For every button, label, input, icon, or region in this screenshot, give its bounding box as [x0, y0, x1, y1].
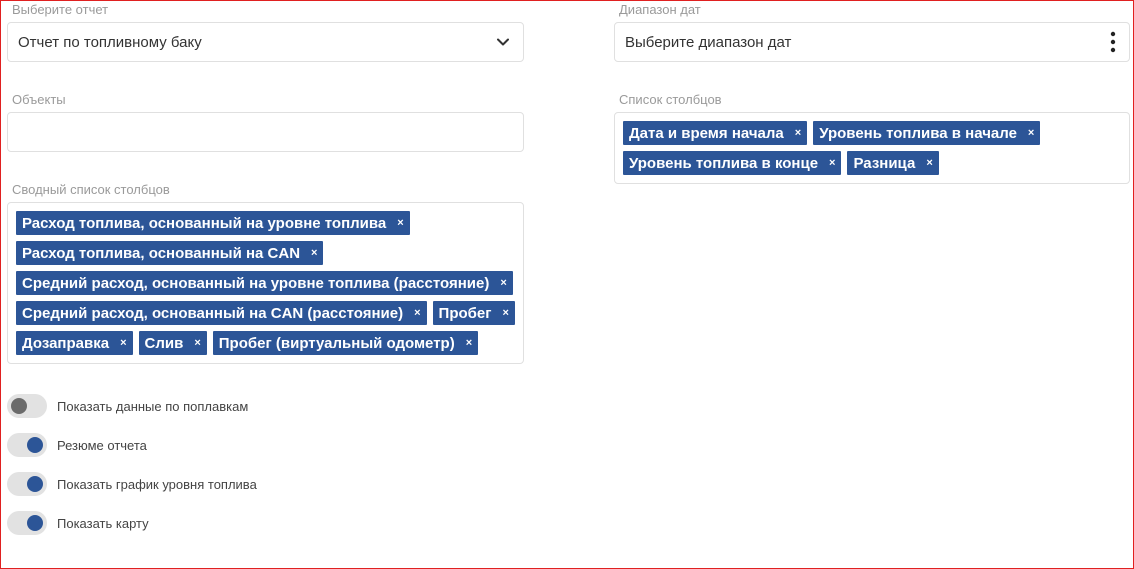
map-toggle[interactable] [7, 511, 47, 535]
summary-chip-list: Расход топлива, основанный на уровне топ… [16, 211, 515, 355]
chip-label: Уровень топлива в конце [629, 154, 819, 172]
fuel-chart-toggle[interactable] [7, 472, 47, 496]
chip-remove-icon[interactable]: × [466, 337, 472, 349]
chip-remove-icon[interactable]: × [397, 217, 403, 229]
chip-remove-icon[interactable]: × [503, 307, 509, 319]
summary-chip: Расход топлива, основанный на CAN × [16, 241, 324, 265]
report-select-value: Отчет по топливному баку [18, 34, 202, 51]
toggle-row-map: Показать карту [7, 511, 149, 535]
chip-label: Расход топлива, основанный на CAN [22, 244, 301, 262]
column-chip: Дата и время начала × [623, 121, 808, 145]
summary-columns-multiselect[interactable]: Расход топлива, основанный на уровне топ… [7, 202, 524, 364]
float-data-toggle[interactable] [7, 394, 47, 418]
toggle-row-fuel-chart: Показать график уровня топлива [7, 472, 257, 496]
toggle-label: Показать данные по поплавкам [57, 398, 249, 414]
chip-label: Средний расход, основанный на CAN (расст… [22, 304, 404, 322]
report-summary-toggle[interactable] [7, 433, 47, 457]
summary-columns-label: Сводный список столбцов [12, 182, 170, 197]
date-range-placeholder: Выберите диапазон дат [625, 34, 792, 51]
summary-chip: Расход топлива, основанный на уровне топ… [16, 211, 410, 235]
toggle-knob [27, 476, 43, 492]
chip-remove-icon[interactable]: × [500, 277, 506, 289]
chip-remove-icon[interactable]: × [194, 337, 200, 349]
toggle-knob [27, 437, 43, 453]
date-range-field[interactable]: Выберите диапазон дат [614, 22, 1130, 62]
toggle-label: Показать карту [57, 515, 149, 531]
date-range-label: Диапазон дат [619, 2, 701, 17]
column-chip: Уровень топлива в начале × [813, 121, 1041, 145]
summary-chip: Пробег (виртуальный одометр) × [212, 331, 479, 355]
chip-remove-icon[interactable]: × [795, 127, 801, 139]
toggle-row-float-data: Показать данные по поплавкам [7, 394, 248, 418]
more-vertical-icon[interactable] [1110, 31, 1116, 53]
chip-label: Пробег [438, 304, 492, 322]
chip-label: Расход топлива, основанный на уровне топ… [22, 214, 387, 232]
column-chip: Разница × [847, 151, 939, 175]
report-select-label: Выберите отчет [12, 2, 109, 17]
chip-remove-icon[interactable]: × [926, 157, 932, 169]
columns-chip-list: Дата и время начала × Уровень топлива в н… [623, 121, 1121, 175]
chip-remove-icon[interactable]: × [829, 157, 835, 169]
toggle-label: Показать график уровня топлива [57, 476, 257, 492]
chevron-down-icon[interactable] [495, 34, 511, 50]
objects-field[interactable] [7, 112, 524, 152]
chip-label: Пробег (виртуальный одометр) [218, 334, 455, 352]
column-chip: Уровень топлива в конце × [623, 151, 842, 175]
chip-remove-icon[interactable]: × [1028, 127, 1034, 139]
chip-label: Уровень топлива в начале [819, 124, 1017, 142]
toggle-label: Резюме отчета [57, 437, 147, 453]
chip-label: Слив [144, 334, 184, 352]
chip-label: Средний расход, основанный на уровне топ… [22, 274, 490, 292]
summary-chip: Пробег × [432, 301, 515, 325]
toggle-row-report-summary: Резюме отчета [7, 433, 147, 457]
chip-remove-icon[interactable]: × [120, 337, 126, 349]
summary-chip: Средний расход, основанный на уровне топ… [16, 271, 513, 295]
summary-chip: Средний расход, основанный на CAN (расст… [16, 301, 427, 325]
summary-chip: Слив × [138, 331, 207, 355]
columns-multiselect[interactable]: Дата и время начала × Уровень топлива в н… [614, 112, 1130, 184]
chip-label: Дозаправка [22, 334, 110, 352]
columns-label: Список столбцов [619, 92, 722, 107]
chip-label: Дата и время начала [629, 124, 784, 142]
objects-label: Объекты [12, 92, 66, 107]
chip-label: Разница [853, 154, 916, 172]
chip-remove-icon[interactable]: × [414, 307, 420, 319]
summary-chip: Дозаправка × [16, 331, 133, 355]
toggle-knob [11, 398, 27, 414]
toggle-knob [27, 515, 43, 531]
chip-remove-icon[interactable]: × [311, 247, 317, 259]
report-select[interactable]: Отчет по топливному баку [7, 22, 524, 62]
